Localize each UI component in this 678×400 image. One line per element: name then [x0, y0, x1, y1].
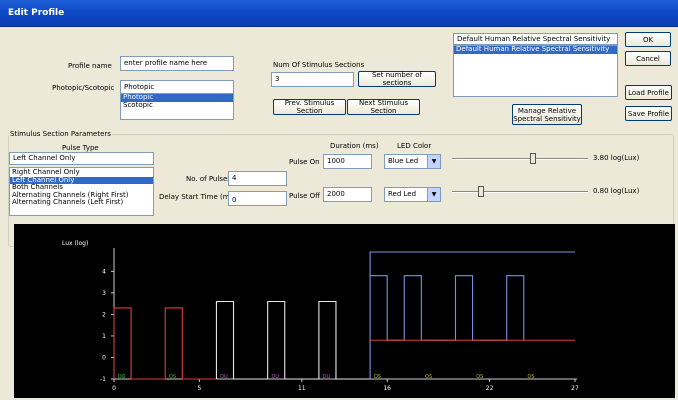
data-label: OS [527, 374, 534, 380]
y-tick-label: 0 [102, 354, 106, 361]
stimulus-group-label: Stimulus Section Parameters [9, 130, 112, 138]
pulse-type-label: Pulse Type [62, 144, 99, 152]
x-tick-label: 5 [197, 385, 201, 392]
next-section-button[interactable]: Next Stimulus Section [347, 99, 420, 115]
stimulus-chart: Lux (log) -1 0 1 2 3 4 0 5 11 16 22 27 DO OS DU DU DU OS OS… [62, 240, 579, 392]
stimulus-plot: Lux (log) -1 0 1 2 3 4 0 5 11 16 22 27 DO OS DU DU DU OS OS… [14, 224, 675, 398]
sensitivity-list[interactable]: Default Human Relative Spectral Sensitiv… [453, 45, 618, 97]
x-tick-label: 22 [486, 385, 494, 392]
profile-name-input[interactable]: enter profile name here [120, 56, 234, 71]
set-sections-button[interactable]: Set number of sections [358, 71, 436, 87]
prev-section-button[interactable]: Prev. Stimulus Section [273, 99, 346, 115]
y-axis-label: Lux (log) [62, 240, 88, 247]
x-tick-label: 27 [571, 385, 579, 392]
data-label: OS [425, 374, 432, 380]
pulse-off-label: Pulse Off [289, 192, 320, 200]
data-label: OS [476, 374, 483, 380]
data-label: DU [323, 374, 331, 380]
pulse-on-intensity-track[interactable] [452, 158, 588, 160]
chevron-down-icon[interactable]: ▼ [427, 188, 440, 201]
series-line-3 [370, 275, 525, 341]
ok-button[interactable]: OK [625, 32, 671, 47]
save-profile-button[interactable]: Save Profile [625, 106, 672, 121]
pulse-on-intensity-slider[interactable] [530, 153, 536, 164]
data-label: DU [220, 374, 228, 380]
y-tick-label: 1 [102, 333, 106, 340]
y-tick-label: -1 [100, 376, 106, 383]
photopic-scotopic-list[interactable]: Photopic Scotopic [120, 93, 234, 120]
delay-start-label: Delay Start Time (ms) [159, 193, 236, 201]
chevron-down-icon[interactable]: ▼ [427, 155, 440, 168]
duration-label: Duration (ms) [330, 142, 379, 150]
pulse-on-duration-input[interactable]: 1000 [323, 154, 372, 169]
title-bar: Edit Profile [0, 0, 678, 27]
data-label: OS [374, 374, 381, 380]
data-label: DO [118, 374, 126, 380]
pulse-off-led-select[interactable]: Red Led ▼ [384, 187, 441, 202]
series-line-0 [113, 307, 217, 380]
series-line-1 [215, 300, 371, 380]
cancel-button[interactable]: Cancel [625, 51, 671, 66]
pulse-off-intensity-value: 0.80 log(Lux) [593, 187, 640, 195]
pulse-off-intensity-track[interactable] [452, 191, 588, 193]
photopic-scotopic-label: Photopic/Scotopic [52, 84, 115, 92]
pulse-on-led-value: Blue Led [388, 157, 419, 165]
num-pulses-label: No. of Pulses [186, 175, 231, 183]
led-color-label: LED Color [397, 142, 432, 150]
x-tick-label: 0 [112, 385, 116, 392]
window-title: Edit Profile [8, 8, 65, 18]
y-tick-label: 4 [102, 268, 106, 275]
list-item[interactable]: Scotopic [121, 101, 233, 110]
x-tick-label: 16 [383, 385, 391, 392]
data-label: DU [271, 374, 279, 380]
num-sections-input[interactable]: 3 [271, 72, 354, 87]
list-item[interactable]: Alternating Channels (Left First) [10, 198, 153, 207]
pulse-on-label: Pulse On [289, 158, 320, 166]
data-label: OS [169, 374, 176, 380]
x-tick-label: 11 [298, 385, 306, 392]
num-pulses-input[interactable]: 4 [228, 171, 287, 186]
pulse-type-list[interactable]: Right Channel Only Left Channel Only Bot… [9, 167, 154, 216]
pulse-type-input[interactable]: Left Channel Only [9, 152, 154, 165]
manage-sensitivity-button[interactable]: Manage Relative Spectral Sensitivity [512, 104, 582, 125]
y-tick-label: 3 [102, 290, 106, 297]
num-sections-label: Num Of Stimulus Sections [273, 61, 365, 69]
pulse-on-led-select[interactable]: Blue Led ▼ [384, 154, 441, 169]
pulse-on-intensity-value: 3.80 log(Lux) [593, 154, 640, 162]
list-item[interactable]: Default Human Relative Spectral Sensitiv… [454, 46, 617, 54]
delay-start-input[interactable]: 0 [228, 191, 287, 206]
pulse-off-duration-input[interactable]: 2000 [323, 187, 372, 202]
pulse-off-led-value: Red Led [388, 190, 417, 198]
y-tick-label: 2 [102, 311, 106, 318]
profile-name-label: Profile name [68, 62, 112, 70]
load-profile-button[interactable]: Load Profile [625, 85, 672, 100]
pulse-off-intensity-slider[interactable] [478, 186, 484, 197]
sensitivity-input[interactable]: Default Human Relative Spectral Sensitiv… [453, 33, 618, 45]
